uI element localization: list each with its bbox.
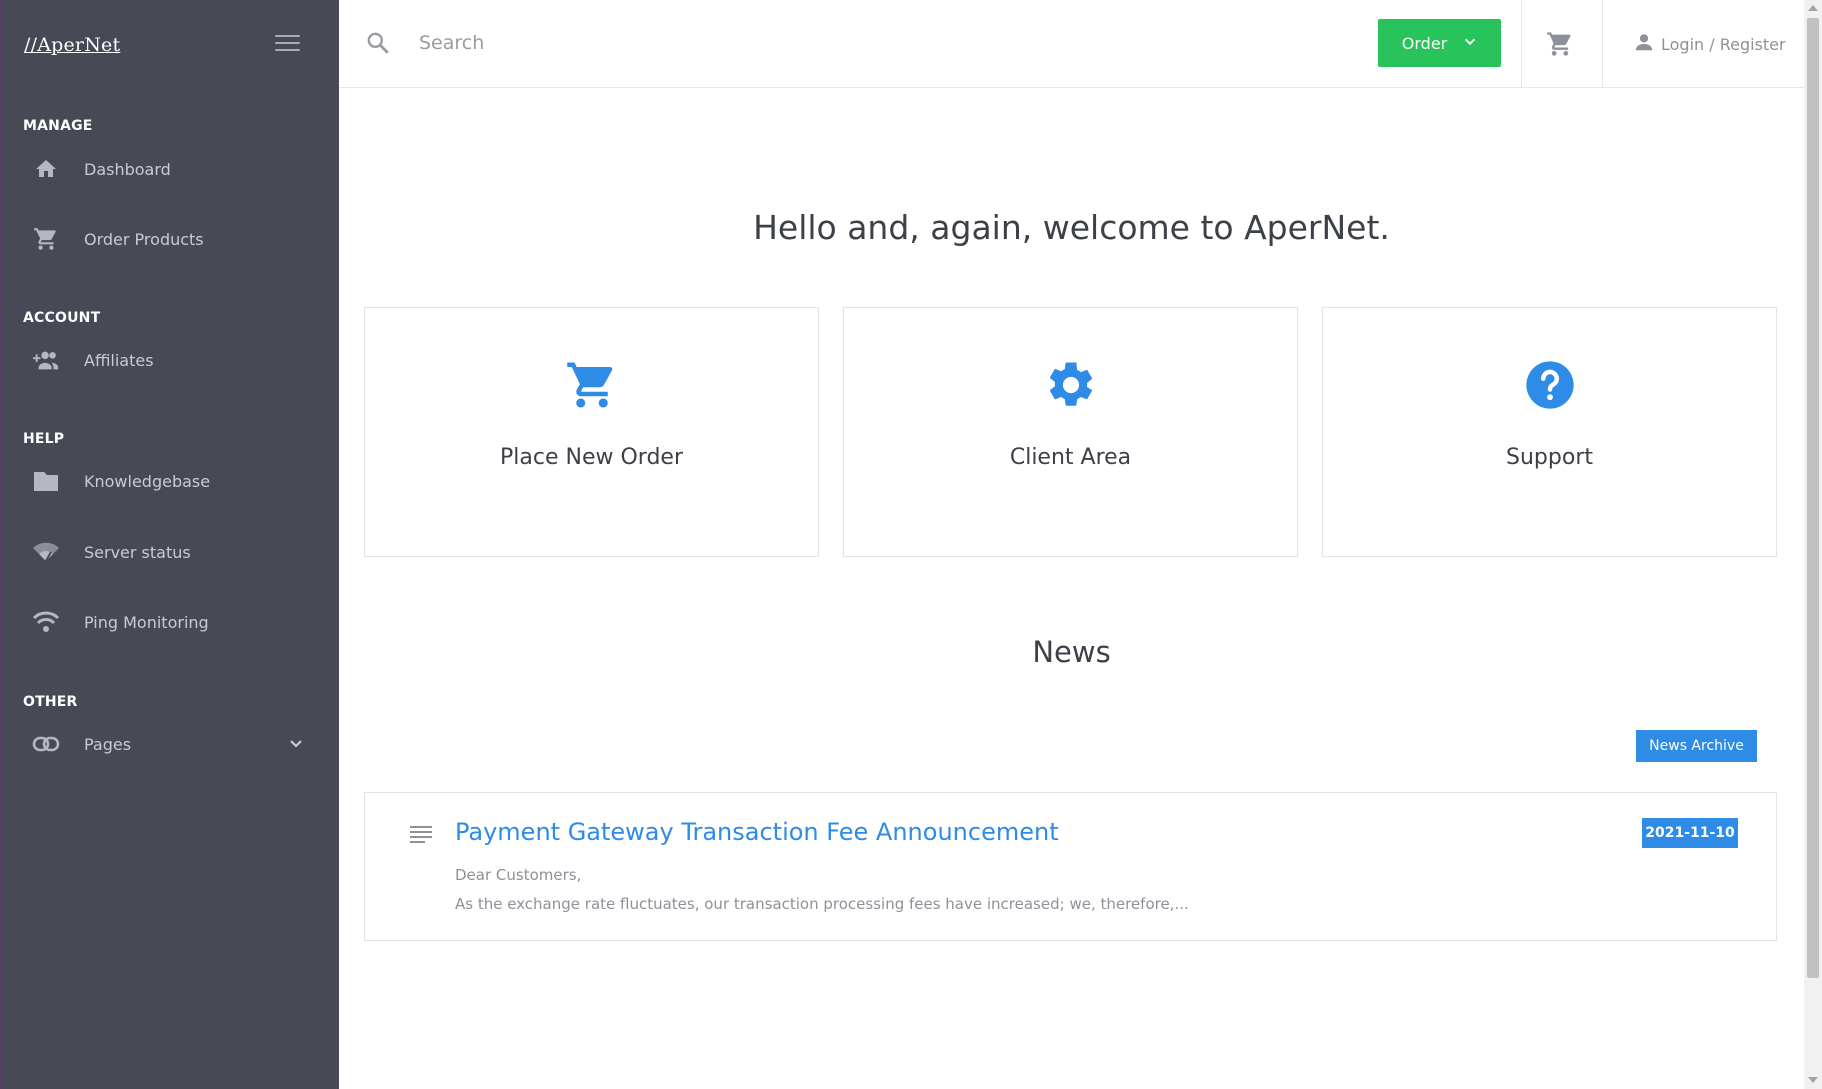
card-label: Client Area xyxy=(1009,445,1132,470)
scrollbar[interactable] xyxy=(1804,0,1822,1089)
cart-icon[interactable] xyxy=(1546,30,1574,62)
news-excerpt-line: As the exchange rate fluctuates, our tra… xyxy=(455,895,1189,913)
login-register-link[interactable]: Login / Register xyxy=(1633,31,1786,57)
news-heading: News xyxy=(1032,635,1111,669)
sidebar-item-label: Dashboard xyxy=(84,159,171,179)
section-title-other: OTHER xyxy=(23,694,78,710)
topbar: Order Login / Register xyxy=(339,0,1804,88)
section-title-manage: MANAGE xyxy=(23,118,93,134)
sidebar-item-ping-monitoring[interactable]: Ping Monitoring xyxy=(2,596,337,648)
chevron-down-icon xyxy=(1463,34,1477,53)
sidebar-item-label: Ping Monitoring xyxy=(84,612,209,632)
sidebar-item-affiliates[interactable]: Affiliates xyxy=(2,334,337,386)
sidebar-item-label: Order Products xyxy=(84,229,204,249)
news-headline-link[interactable]: Payment Gateway Transaction Fee Announce… xyxy=(455,818,1059,846)
card-label: Support xyxy=(1506,445,1593,470)
card-support[interactable]: Support xyxy=(1322,307,1777,557)
signal-icon xyxy=(32,538,60,566)
menu-toggle-icon[interactable] xyxy=(275,35,300,53)
news-archive-button[interactable]: News Archive xyxy=(1636,730,1757,762)
sidebar-item-label: Knowledgebase xyxy=(84,471,211,491)
sidebar-item-label: Pages xyxy=(84,734,132,754)
chevron-down-icon[interactable] xyxy=(288,736,304,756)
folder-icon xyxy=(32,467,60,495)
card-place-new-order[interactable]: Place New Order xyxy=(364,307,819,557)
section-title-account: ACCOUNT xyxy=(23,310,101,326)
news-item: Payment Gateway Transaction Fee Announce… xyxy=(364,792,1777,941)
sidebar-item-knowledgebase[interactable]: Knowledgebase xyxy=(2,455,337,507)
home-icon xyxy=(32,155,60,183)
wifi-icon xyxy=(32,608,60,636)
news-date-badge: 2021-11-10 xyxy=(1642,818,1738,848)
sidebar-item-pages[interactable]: Pages xyxy=(2,718,337,770)
scroll-thumb[interactable] xyxy=(1807,18,1819,978)
divider xyxy=(1521,0,1522,88)
group-add-icon xyxy=(32,346,60,374)
sidebar-item-label: Affiliates xyxy=(84,350,154,370)
sidebar: //AperNet MANAGE Dashboard Order Product… xyxy=(0,0,339,1089)
sidebar-item-order-products[interactable]: Order Products xyxy=(2,213,337,265)
order-button-label: Order xyxy=(1401,33,1448,53)
divider xyxy=(1602,0,1603,88)
scroll-up-arrow[interactable] xyxy=(1808,5,1818,11)
list-icon xyxy=(410,825,432,849)
search-input[interactable] xyxy=(419,26,1319,60)
sidebar-item-server-status[interactable]: Server status xyxy=(2,526,337,578)
search-icon xyxy=(365,30,391,60)
sidebar-item-label: Server status xyxy=(84,542,191,562)
card-client-area[interactable]: Client Area xyxy=(843,307,1298,557)
news-excerpt-line: Dear Customers, xyxy=(455,866,582,884)
login-register-label: Login / Register xyxy=(1661,34,1786,54)
cart-icon xyxy=(32,225,60,253)
cart-icon xyxy=(365,358,818,412)
page-title: Hello and, again, welcome to AperNet. xyxy=(753,208,1390,247)
order-button[interactable]: Order xyxy=(1378,19,1501,67)
gear-icon xyxy=(844,358,1297,412)
brand-logo[interactable]: //AperNet xyxy=(24,34,120,56)
section-title-help: HELP xyxy=(23,431,65,447)
link-icon xyxy=(32,730,60,758)
scroll-down-arrow[interactable] xyxy=(1808,1077,1818,1083)
sidebar-item-dashboard[interactable]: Dashboard xyxy=(2,143,337,195)
user-icon xyxy=(1633,31,1655,57)
help-icon xyxy=(1323,358,1776,412)
card-label: Place New Order xyxy=(500,445,683,470)
